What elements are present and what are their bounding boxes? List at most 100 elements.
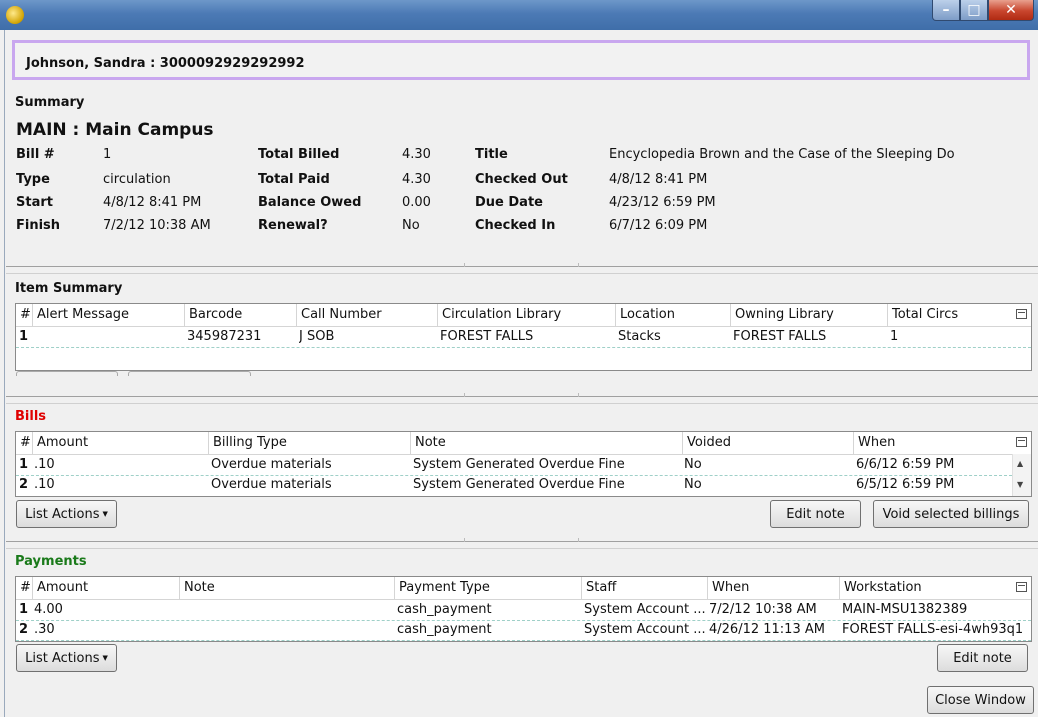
scroll-up-icon[interactable]: ▲	[1017, 459, 1023, 468]
column-picker-icon[interactable]	[1016, 582, 1027, 592]
column-header[interactable]: When	[854, 432, 1013, 454]
row-number: 1	[19, 329, 29, 344]
column-header[interactable]: Barcode	[185, 304, 297, 326]
note-cell: System Generated Overdue Fine	[413, 477, 625, 492]
location-cell: Stacks	[618, 329, 661, 344]
table-row[interactable]: 2 .10 Overdue materials System Generated…	[16, 475, 1012, 495]
due-date-value: 4/23/12 6:59 PM	[609, 195, 716, 210]
checked-out-value: 4/8/12 8:41 PM	[609, 172, 708, 187]
column-picker-icon[interactable]	[1016, 309, 1027, 319]
bill-number-value: 1	[103, 147, 112, 162]
patient-header: Johnson, Sandra : 3000092929292992	[12, 40, 1030, 80]
circulation-library-cell: FOREST FALLS	[440, 329, 534, 344]
dropdown-arrow-icon: ▼	[102, 510, 108, 518]
type-value: circulation	[103, 172, 171, 187]
total-billed-value: 4.30	[402, 147, 431, 162]
column-header[interactable]: #	[16, 577, 33, 599]
voided-cell: No	[684, 457, 702, 472]
bills-list-actions-button[interactable]: List Actions ▼	[16, 500, 117, 528]
table-row[interactable]: 1 4.00 cash_payment System Account ... 7…	[16, 600, 1031, 621]
table-row[interactable]: 1 345987231 J SOB FOREST FALLS Stacks FO…	[16, 327, 1031, 348]
table-row[interactable]: 2 .30 cash_payment System Account ... 4/…	[16, 620, 1031, 641]
payments-table: # Amount Note Payment Type Staff When Wo…	[15, 576, 1032, 642]
amount-cell: 4.00	[34, 602, 63, 617]
dropdown-arrow-icon: ▼	[102, 654, 108, 662]
hidden-button-edge	[16, 371, 118, 376]
column-header[interactable]: When	[708, 577, 840, 599]
bills-edit-note-button[interactable]: Edit note	[770, 500, 861, 528]
when-cell: 4/26/12 11:13 AM	[709, 622, 825, 637]
scroll-down-icon[interactable]: ▼	[1017, 480, 1023, 489]
start-value: 4/8/12 8:41 PM	[103, 195, 202, 210]
splitter[interactable]	[6, 538, 1038, 549]
voided-cell: No	[684, 477, 702, 492]
payments-list-actions-button[interactable]: List Actions ▼	[16, 644, 117, 672]
checked-in-value: 6/7/12 6:09 PM	[609, 218, 708, 233]
due-date-label: Due Date	[475, 195, 543, 210]
close-icon[interactable]: ✕	[988, 0, 1034, 21]
balance-owed-label: Balance Owed	[258, 195, 362, 210]
column-header[interactable]: Circulation Library	[438, 304, 616, 326]
minimize-icon[interactable]: –	[932, 0, 960, 21]
splitter[interactable]	[6, 393, 1038, 404]
workstation-cell: MAIN-MSU1382389	[842, 602, 968, 617]
balance-owed-value: 0.00	[402, 195, 431, 210]
column-header[interactable]: #	[16, 304, 33, 326]
column-header[interactable]: Billing Type	[209, 432, 411, 454]
column-header[interactable]: Payment Type	[395, 577, 582, 599]
owning-library-cell: FOREST FALLS	[733, 329, 827, 344]
amount-cell: .30	[34, 622, 55, 637]
total-circs-cell: 1	[890, 329, 899, 344]
type-label: Type	[16, 172, 50, 187]
column-header[interactable]: Staff	[582, 577, 708, 599]
total-paid-label: Total Paid	[258, 172, 330, 187]
column-header[interactable]: Note	[180, 577, 395, 599]
close-window-button[interactable]: Close Window	[927, 686, 1034, 714]
column-header[interactable]: Total Circs	[888, 304, 1013, 326]
checked-in-label: Checked In	[475, 218, 556, 233]
column-header[interactable]: Amount	[33, 432, 209, 454]
splitter[interactable]	[6, 263, 1038, 274]
column-header[interactable]: Alert Message	[33, 304, 185, 326]
column-header[interactable]: Note	[411, 432, 683, 454]
column-picker-icon[interactable]	[1016, 437, 1027, 447]
renewal-label: Renewal?	[258, 218, 328, 233]
column-header[interactable]: Owning Library	[731, 304, 888, 326]
total-paid-value: 4.30	[402, 172, 431, 187]
item-summary-table: # Alert Message Barcode Call Number Circ…	[15, 303, 1032, 371]
app-icon	[6, 6, 24, 24]
bills-table: # Amount Billing Type Note Voided When 1…	[15, 431, 1032, 497]
staff-cell: System Account ...	[584, 602, 706, 617]
void-selected-billings-button[interactable]: Void selected billings	[873, 500, 1029, 528]
button-label: List Actions	[25, 650, 100, 666]
bills-title: Bills	[15, 409, 47, 424]
table-row[interactable]: 1 .10 Overdue materials System Generated…	[16, 455, 1012, 476]
column-header[interactable]: Voided	[683, 432, 854, 454]
amount-cell: .10	[34, 457, 55, 472]
hidden-button-edge	[128, 371, 251, 376]
column-header[interactable]: Amount	[33, 577, 180, 599]
staff-cell: System Account ...	[584, 622, 706, 637]
column-header[interactable]: Call Number	[297, 304, 438, 326]
bill-number-label: Bill #	[16, 147, 55, 162]
row-number: 2	[19, 477, 29, 492]
column-header[interactable]: Workstation	[840, 577, 1013, 599]
column-header[interactable]: #	[16, 432, 33, 454]
finish-label: Finish	[16, 218, 61, 233]
maximize-icon[interactable]: □	[960, 0, 988, 21]
note-cell: System Generated Overdue Fine	[413, 457, 625, 472]
payments-edit-note-button[interactable]: Edit note	[937, 644, 1028, 672]
amount-cell: .10	[34, 477, 55, 492]
bills-scrollbar[interactable]: ▲ ▼	[1012, 454, 1031, 496]
when-cell: 7/2/12 10:38 AM	[709, 602, 817, 617]
payments-title: Payments	[15, 554, 87, 569]
library-location: MAIN : Main Campus	[16, 120, 214, 140]
finish-value: 7/2/12 10:38 AM	[103, 218, 211, 233]
table-header: # Amount Note Payment Type Staff When Wo…	[16, 577, 1031, 600]
billing-type-cell: Overdue materials	[211, 457, 332, 472]
renewal-value: No	[402, 218, 420, 233]
call-number-cell: J SOB	[299, 329, 335, 344]
table-header: # Amount Billing Type Note Voided When	[16, 432, 1031, 455]
column-header[interactable]: Location	[616, 304, 731, 326]
payment-type-cell: cash_payment	[397, 602, 492, 617]
